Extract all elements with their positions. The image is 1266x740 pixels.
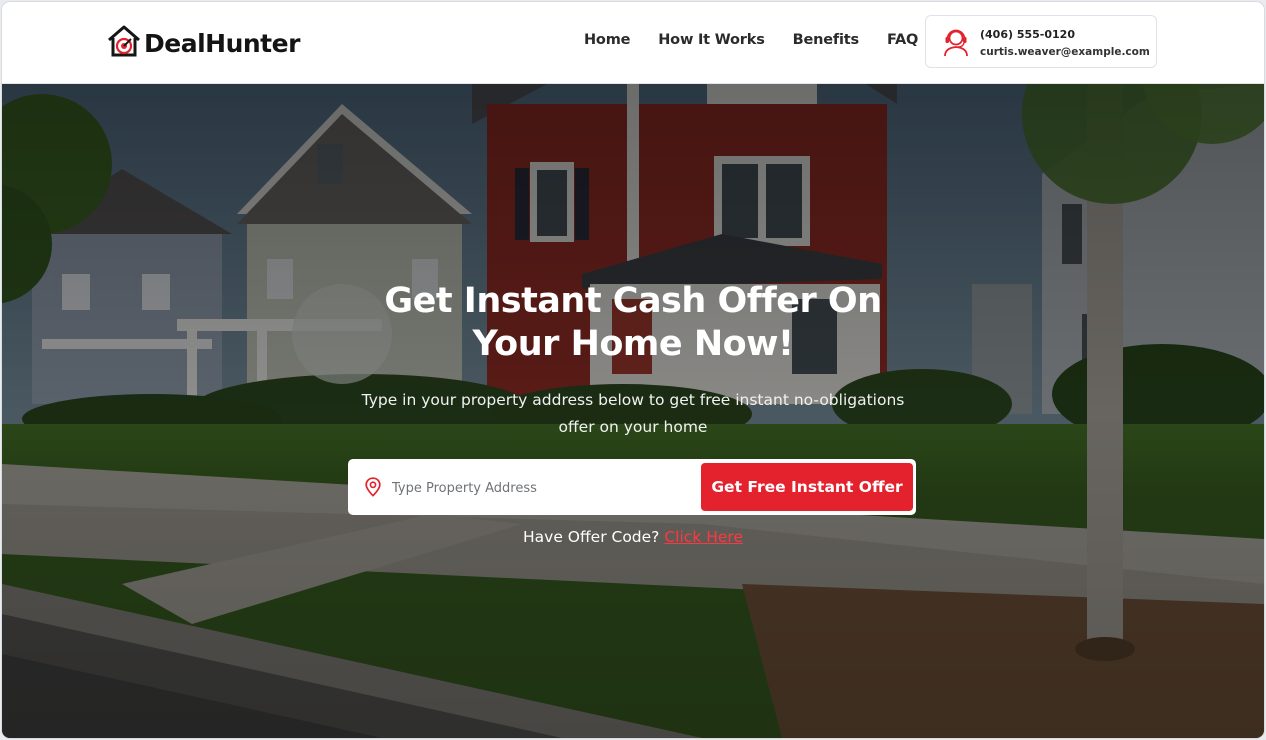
hero-subtitle: Type in your property address below to g… xyxy=(342,387,924,441)
house-target-logo-icon xyxy=(106,23,142,64)
contact-card[interactable]: (406) 555-0120 curtis.weaver@example.com xyxy=(925,15,1157,68)
brand-logo[interactable]: DealHunter xyxy=(106,24,300,62)
brand-name: DealHunter xyxy=(144,28,300,58)
contact-phone[interactable]: (406) 555-0120 xyxy=(980,28,1075,41)
offer-code-link[interactable]: Click Here xyxy=(664,528,743,546)
hero-title: Get Instant Cash Offer On Your Home Now! xyxy=(282,280,984,366)
nav-home[interactable]: Home xyxy=(584,32,630,48)
property-address-input[interactable] xyxy=(390,472,694,504)
offer-code-prompt: Have Offer Code? xyxy=(523,528,660,546)
hero-subtitle-line-1: Type in your property address below to g… xyxy=(361,391,905,409)
main-nav: Home How It Works Benefits FAQ xyxy=(584,32,918,48)
nav-how-it-works[interactable]: How It Works xyxy=(658,32,765,48)
contact-email[interactable]: curtis.weaver@example.com xyxy=(980,46,1150,58)
hero-title-line-1: Get Instant Cash Offer On xyxy=(384,281,882,321)
support-agent-icon xyxy=(942,27,970,62)
get-free-instant-offer-button[interactable]: Get Free Instant Offer xyxy=(701,463,913,511)
offer-code-row: Have Offer Code? Click Here xyxy=(282,528,984,546)
location-pin-icon xyxy=(364,477,382,502)
nav-benefits[interactable]: Benefits xyxy=(793,32,859,48)
address-search-box: Get Free Instant Offer xyxy=(348,459,916,515)
nav-faq[interactable]: FAQ xyxy=(887,32,918,48)
browser-frame: DealHunter Home How It Works Benefits FA… xyxy=(2,2,1264,738)
site-header: DealHunter Home How It Works Benefits FA… xyxy=(2,2,1264,84)
hero-subtitle-line-2: offer on your home xyxy=(558,418,708,436)
hero-title-line-2: Your Home Now! xyxy=(472,324,794,364)
hero-section: Get Instant Cash Offer On Your Home Now!… xyxy=(2,84,1264,738)
